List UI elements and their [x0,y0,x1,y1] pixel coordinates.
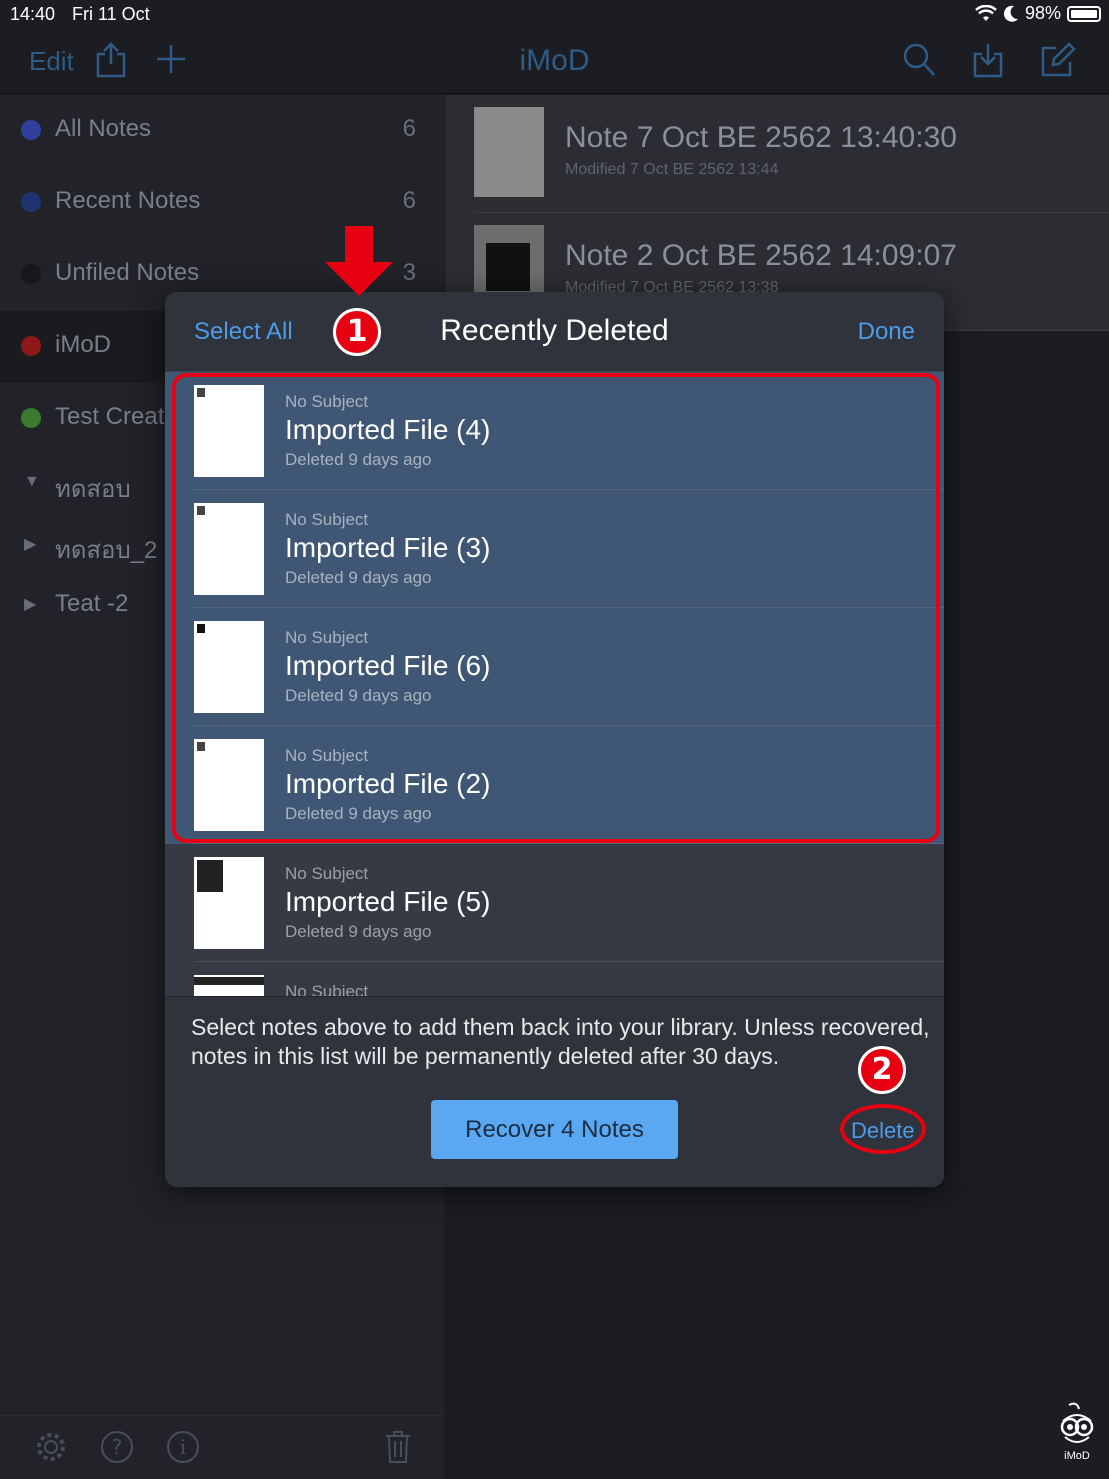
deleted-note-row[interactable]: No Subject Imported File (4) Deleted 9 d… [165,372,944,490]
search-icon[interactable] [902,42,936,78]
triangle-right-icon[interactable]: ▶ [24,534,36,554]
modal-title: Recently Deleted [440,314,669,347]
help-icon[interactable]: ? [100,1430,134,1464]
wifi-icon [975,4,997,21]
deleted-note-row[interactable]: No Subject Imported File (5) Deleted 9 d… [165,844,944,962]
gear-icon[interactable] [34,1430,68,1464]
trash-icon[interactable] [384,1430,412,1464]
color-dot [21,192,41,212]
note-title: Note 7 Oct BE 2562 13:40:30 [565,121,957,154]
note-deleted-time: Deleted 9 days ago [285,686,432,705]
sidebar-toolbar: ? i [0,1415,444,1479]
deleted-note-row[interactable]: No Subject Imported File (6) Deleted 9 d… [165,608,944,726]
note-deleted-time: Deleted 9 days ago [285,804,432,823]
imod-watermark: iMoD [1057,1401,1097,1463]
triangle-down-icon[interactable]: ▼ [24,473,40,491]
step-badge-1: 1 [333,308,381,356]
info-icon[interactable]: i [166,1430,200,1464]
note-modified: Modified 7 Oct BE 2562 13:44 [565,161,779,178]
note-deleted-time: Deleted 9 days ago [285,568,432,587]
recover-notes-button[interactable]: Recover 4 Notes [431,1100,678,1159]
tree-item-label: ทดสอบ_2 [55,537,158,564]
note-thumbnail [194,857,264,949]
nav-title: iMoD [519,44,590,77]
note-subject: No Subject [285,510,369,529]
battery-percent: 98% [1024,3,1061,23]
note-row[interactable]: Note 7 Oct BE 2562 13:40:30 Modified 7 O… [445,95,1109,213]
owl-logo-icon [1060,1402,1094,1443]
deleted-notes-list[interactable]: No Subject Imported File (4) Deleted 9 d… [165,372,944,996]
triangle-right-icon[interactable]: ▶ [24,594,36,614]
note-subject: No Subject [285,628,369,647]
status-bar: 14:40 Fri 11 Oct 98% [0,0,1109,30]
nav-bar: Edit iMoD [0,30,1109,94]
note-thumbnail [194,503,264,595]
svg-text:i: i [180,1435,186,1459]
color-dot [21,408,41,428]
note-name: Imported File (3) [285,532,491,563]
note-subject: No Subject [285,746,369,765]
arrow-down-icon [325,226,393,296]
sidebar-item-label: Recent Notes [55,187,201,214]
deleted-note-row[interactable]: No Subject Imported File (3) Deleted 9 d… [165,490,944,608]
color-dot [21,120,41,140]
note-title: Note 2 Oct BE 2562 14:09:07 [565,239,957,272]
sidebar-item-label: iMoD [55,331,112,358]
sidebar-item-count: 6 [402,115,416,142]
sidebar-item-label: All Notes [55,115,152,142]
note-thumbnail [194,975,264,996]
sidebar-item-count: 6 [402,187,416,214]
compose-icon[interactable] [1040,42,1076,78]
step-badge-2: 2 [858,1046,906,1094]
watermark-text: iMoD [1064,1450,1090,1462]
note-name: Imported File (2) [285,768,491,799]
sidebar-item-count: 3 [402,259,416,286]
sidebar-item-all-notes[interactable]: All Notes 6 [0,95,444,167]
color-dot [21,264,41,284]
recently-deleted-modal: Select All Recently Deleted Done No Subj… [165,292,944,1187]
deleted-note-row[interactable]: No Subject [165,962,944,996]
note-thumbnail [194,621,264,713]
note-thumbnail [194,739,264,831]
note-subject: No Subject [285,864,369,883]
sidebar-item-label: Unfiled Notes [55,259,200,286]
status-right: 98% [975,3,1101,24]
import-icon[interactable] [972,42,1004,78]
sidebar-item-label: Test Create [55,403,178,430]
moon-icon [1003,5,1018,22]
delete-button[interactable]: Delete [851,1118,915,1144]
color-dot [21,336,41,356]
note-name: Imported File (6) [285,650,491,681]
note-name: Imported File (4) [285,414,491,445]
app-root: 14:40 Fri 11 Oct 98% Edit iMoD All Notes… [0,0,1109,1479]
status-date: Fri 11 Oct [72,4,150,24]
battery-icon [1067,5,1101,22]
modal-footer: Select notes above to add them back into… [165,996,944,1187]
svg-text:?: ? [112,1435,123,1459]
status-time: 14:40 [10,4,56,24]
note-subject: No Subject [285,982,369,996]
note-deleted-time: Deleted 9 days ago [285,450,432,469]
deleted-note-row[interactable]: No Subject Imported File (2) Deleted 9 d… [165,726,944,844]
note-deleted-time: Deleted 9 days ago [285,922,432,941]
tree-item-label: Teat -2 [55,590,129,617]
note-subject: No Subject [285,392,369,411]
note-name: Imported File (5) [285,886,491,917]
done-button[interactable]: Done [858,318,915,346]
note-thumbnail [194,385,264,477]
footer-info-text: Select notes above to add them back into… [191,1014,930,1069]
note-thumbnail [474,107,544,197]
modal-header: Select All Recently Deleted Done [165,292,944,372]
tree-item-label: ทดสอบ [55,476,131,503]
